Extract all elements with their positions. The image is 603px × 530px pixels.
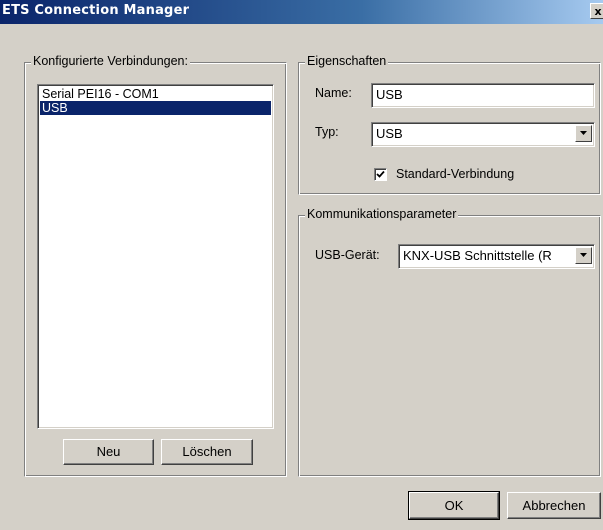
close-button[interactable]: x xyxy=(590,3,603,19)
new-button-label: Neu xyxy=(96,444,121,459)
communication-parameters-legend: Kommunikationsparameter xyxy=(305,207,459,221)
delete-button[interactable]: Löschen xyxy=(161,439,253,465)
window-title: ETS Connection Manager xyxy=(2,3,190,18)
name-label: Name: xyxy=(315,86,352,100)
list-item-label: Serial PEI16 - COM1 xyxy=(42,87,159,101)
list-item-usb[interactable]: USB xyxy=(40,101,271,115)
checkmark-icon xyxy=(376,170,385,178)
connections-listbox[interactable]: Serial PEI16 - COM1 USB xyxy=(37,84,274,429)
chevron-down-icon[interactable] xyxy=(575,125,592,142)
title-bar: ETS Connection Manager x xyxy=(0,0,603,24)
configured-connections-legend: Konfigurierte Verbindungen: xyxy=(31,54,190,68)
default-connection-label[interactable]: Standard-Verbindung xyxy=(396,167,514,181)
type-select[interactable]: USB xyxy=(371,122,595,147)
usb-device-label: USB-Gerät: xyxy=(315,248,380,262)
type-label: Typ: xyxy=(315,125,339,139)
usb-device-select[interactable]: KNX-USB Schnittstelle (R xyxy=(398,244,595,269)
properties-legend: Eigenschaften xyxy=(305,54,389,68)
list-item-label: USB xyxy=(42,101,68,115)
chevron-down-icon[interactable] xyxy=(575,247,592,264)
name-field[interactable]: USB xyxy=(371,83,595,108)
name-field-value: USB xyxy=(376,87,403,102)
ok-button[interactable]: OK xyxy=(408,491,500,520)
close-icon: x xyxy=(594,5,602,18)
delete-button-label: Löschen xyxy=(182,444,232,459)
list-item-serial-pei16[interactable]: Serial PEI16 - COM1 xyxy=(40,87,271,101)
type-select-value: USB xyxy=(376,126,403,141)
default-connection-checkbox[interactable] xyxy=(374,168,387,181)
usb-device-value: KNX-USB Schnittstelle (R xyxy=(403,248,552,263)
new-button[interactable]: Neu xyxy=(63,439,154,465)
cancel-button[interactable]: Abbrechen xyxy=(507,492,601,519)
cancel-button-label: Abbrechen xyxy=(522,498,586,513)
ok-button-label: OK xyxy=(444,498,464,513)
